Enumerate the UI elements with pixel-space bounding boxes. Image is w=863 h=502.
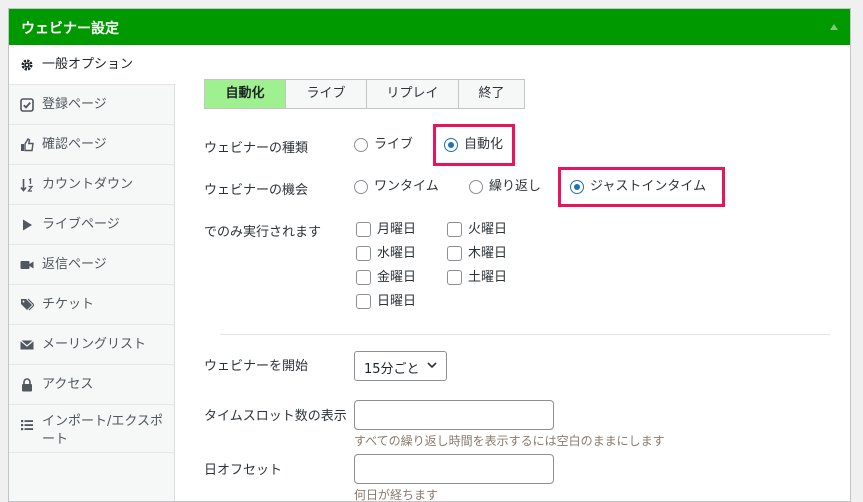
radio-circle (444, 138, 458, 152)
radio-circle (469, 180, 483, 194)
start-label: ウェビナーを開始 (204, 359, 309, 374)
sidebar-item-reply-page[interactable]: 返信ページ (9, 245, 175, 285)
sidebar-item-label: チケット (42, 297, 95, 312)
tab-automation[interactable]: 自動化 (204, 79, 286, 109)
select-value: 15分ごと (364, 362, 420, 377)
sidebar-item-label: 確認ページ (42, 137, 107, 152)
checkbox-label: 木曜日 (468, 246, 508, 261)
radio-occasion-one-time[interactable]: ワンタイム (354, 178, 444, 196)
checkbox-thursday[interactable]: 木曜日 (447, 245, 517, 263)
sidebar-item-label: 登録ページ (42, 97, 107, 112)
sidebar-item-label: メーリングリスト (42, 337, 147, 352)
checkbox-box (356, 270, 371, 285)
sidebar-item-label: カウントダウン (42, 177, 134, 192)
list-icon (21, 420, 33, 431)
sidebar-item-live-page[interactable]: ライブページ (9, 205, 175, 245)
checkbox-monday[interactable]: 月曜日 (356, 221, 426, 239)
thumbs-up-icon (21, 138, 34, 152)
sidebar-item-label: 一般オプション (42, 57, 134, 72)
sidebar-item-confirmation-page[interactable]: 確認ページ (9, 125, 175, 165)
sidebar-item-mailing-list[interactable]: メーリングリスト (9, 325, 175, 365)
checkbox-box (356, 246, 371, 261)
checkbox-label: 金曜日 (377, 270, 417, 285)
radio-circle (354, 138, 368, 152)
lock-icon (22, 378, 32, 392)
sidebar-item-tickets[interactable]: チケット (9, 285, 175, 325)
run-days-label: でのみ実行されます (204, 225, 322, 240)
checkbox-box (447, 246, 462, 261)
webinar-settings-panel: ウェビナー設定 一般オプション 登録ページ 確認ページ カウントダウン ライブペ… (8, 8, 851, 502)
checkbox-wednesday[interactable]: 水曜日 (356, 245, 426, 263)
checkbox-box (356, 294, 371, 309)
time-slots-label: タイムスロット数の表示 (204, 409, 347, 424)
radio-label: ライブ (374, 137, 414, 152)
checkbox-tuesday[interactable]: 火曜日 (447, 221, 517, 239)
webinar-occasion-label: ウェビナーの機会 (204, 183, 309, 198)
sidebar-item-countdown[interactable]: カウントダウン (9, 165, 175, 205)
tab-end[interactable]: 終了 (458, 79, 525, 109)
checkbox-box (447, 270, 462, 285)
day-offset-input[interactable] (354, 454, 554, 484)
radio-label: 繰り返し (489, 179, 542, 194)
radio-label: ワンタイム (374, 179, 439, 194)
check-square-icon (20, 98, 34, 112)
sidebar-item-label: インポート/エクスポート (42, 414, 163, 447)
time-slots-help: すべての繰り返し時間を表示するには空白のままにします (354, 434, 665, 448)
checkbox-friday[interactable]: 金曜日 (356, 269, 426, 287)
sort-icon (20, 178, 34, 192)
panel-header[interactable]: ウェビナー設定 (9, 9, 850, 45)
radio-circle (570, 180, 584, 194)
gear-icon (21, 59, 33, 71)
chevron-down-icon (427, 362, 437, 369)
sidebar-item-label: アクセス (42, 377, 94, 392)
panel-title: ウェビナー設定 (21, 21, 119, 37)
section-divider (220, 334, 830, 335)
video-camera-icon (20, 261, 34, 269)
sidebar-item-label: 返信ページ (42, 257, 107, 272)
sidebar-item-general-options[interactable]: 一般オプション (9, 45, 176, 85)
checkbox-saturday[interactable]: 土曜日 (447, 269, 517, 287)
day-offset-label: 日オフセット (204, 463, 283, 478)
checkbox-label: 土曜日 (468, 270, 508, 285)
checkbox-box (447, 222, 462, 237)
radio-label: 自動化 (464, 137, 504, 152)
radio-type-live[interactable]: ライブ (354, 136, 414, 154)
radio-type-automation[interactable]: 自動化 (444, 136, 508, 154)
sidebar-item-access[interactable]: アクセス (9, 365, 175, 405)
day-offset-help: 何日が経ちます (354, 488, 439, 502)
tab-live[interactable]: ライブ (285, 79, 367, 109)
sidebar-item-import-export[interactable]: インポート/エクスポート (9, 405, 175, 453)
radio-occasion-recurring[interactable]: 繰り返し (469, 178, 545, 196)
webinar-type-label: ウェビナーの種類 (204, 141, 309, 156)
radio-circle (354, 180, 368, 194)
sidebar: 一般オプション 登録ページ 確認ページ カウントダウン ライブページ 返信ページ… (9, 45, 176, 501)
checkbox-label: 月曜日 (377, 222, 417, 237)
radio-label: ジャストインタイム (590, 179, 707, 194)
tab-replay[interactable]: リプレイ (366, 79, 459, 109)
checkbox-label: 水曜日 (377, 246, 417, 261)
collapse-arrow-icon[interactable] (830, 24, 838, 30)
tags-icon (21, 298, 34, 311)
envelope-icon (20, 340, 34, 350)
start-interval-select[interactable]: 15分ごと (354, 351, 447, 381)
time-slots-input[interactable] (354, 400, 554, 430)
checkbox-label: 日曜日 (377, 294, 417, 309)
checkbox-label: 火曜日 (468, 222, 508, 237)
play-icon (23, 219, 32, 231)
sidebar-item-registration-page[interactable]: 登録ページ (9, 85, 175, 125)
radio-occasion-just-in-time[interactable]: ジャストインタイム (570, 178, 715, 196)
checkbox-sunday[interactable]: 日曜日 (356, 293, 426, 311)
checkbox-box (356, 222, 371, 237)
sidebar-item-label: ライブページ (42, 217, 120, 232)
